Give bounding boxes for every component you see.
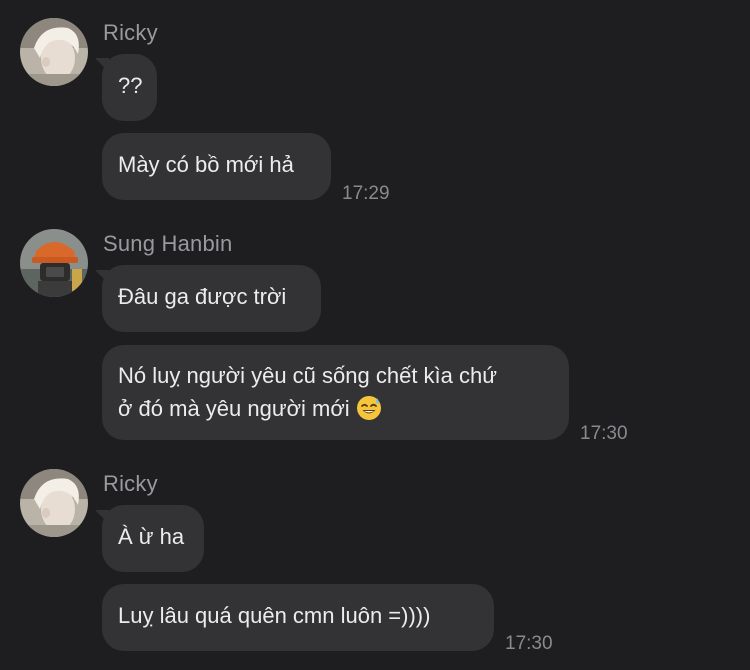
message-bubble[interactable]: Mày có bồ mới hả [102,133,331,200]
message-text: Nó luỵ người yêu cũ sống chết kìa chứ [118,363,497,388]
message-text: ở đó mà yêu người mới [118,396,350,421]
message-text: Luỵ lâu quá quên cmn luôn =)))) [118,603,431,628]
message-text: ?? [118,73,143,98]
message-bubble[interactable]: Đâu ga được trời [102,265,321,332]
sender-name: Sung Hanbin [103,231,233,256]
message-timestamp: 17:29 [342,183,390,204]
sweat-smile-emoji-icon [356,395,382,430]
avatar-ricky[interactable] [20,469,88,537]
message-bubble[interactable]: Luỵ lâu quá quên cmn luôn =)))) [102,584,494,651]
message-text: Đâu ga được trời [118,284,287,309]
message-bubble[interactable]: À ừ ha [102,505,204,572]
sender-name: Ricky [103,20,158,45]
sender-name: Ricky [103,471,158,496]
avatar-sung-hanbin[interactable] [20,229,88,297]
message-text-line: ở đó mà yêu người mới [118,392,553,430]
message-timestamp: 17:30 [505,633,553,654]
message-text: Mày có bồ mới hả [118,152,294,177]
avatar-ricky[interactable] [20,18,88,86]
message-timestamp: 17:30 [580,423,628,444]
message-text: À ừ ha [118,524,185,549]
message-bubble[interactable]: ?? [102,54,157,121]
message-bubble[interactable]: Nó luỵ người yêu cũ sống chết kìa chứ ở … [102,345,569,440]
